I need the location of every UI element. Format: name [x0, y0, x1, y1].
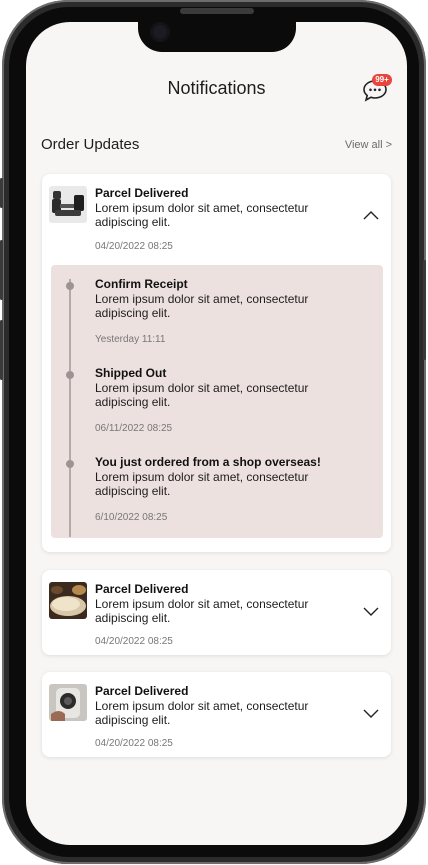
timeline-dot — [66, 371, 74, 379]
timeline-item: Confirm Receipt Lorem ipsum dolor sit am… — [51, 273, 383, 353]
timeline-timestamp: 6/10/2022 08:25 — [95, 512, 168, 523]
notification-card[interactable]: Parcel Delivered Lorem ipsum dolor sit a… — [42, 570, 391, 655]
card-timestamp: 04/20/2022 08:25 — [95, 241, 173, 252]
timeline-dot — [66, 460, 74, 468]
earpiece-speaker — [180, 8, 254, 14]
timeline-timestamp: 06/11/2022 08:25 — [95, 423, 173, 434]
timeline-item: You just ordered from a shop overseas! L… — [51, 451, 383, 531]
notification-card[interactable]: Parcel Delivered Lorem ipsum dolor sit a… — [42, 174, 391, 552]
page-title: Notifications — [167, 78, 266, 98]
timeline-title: Shipped Out — [95, 366, 167, 380]
card-title: Parcel Delivered — [95, 186, 189, 200]
timeline-title: You just ordered from a shop overseas! — [95, 455, 321, 469]
front-camera — [150, 22, 170, 42]
chevron-down-icon[interactable] — [363, 709, 379, 719]
mute-switch — [0, 178, 3, 208]
card-title: Parcel Delivered — [95, 582, 189, 596]
timeline-body: Lorem ipsum dolor sit amet, consectetur … — [95, 381, 309, 409]
card-timestamp: 04/20/2022 08:25 — [95, 636, 173, 647]
volume-up-button — [0, 240, 3, 300]
timeline-body: Lorem ipsum dolor sit amet, consectetur … — [95, 292, 309, 320]
timeline-item: Shipped Out Lorem ipsum dolor sit amet, … — [51, 362, 383, 442]
product-thumbnail-bread — [49, 582, 87, 619]
product-thumbnail-camera — [49, 684, 87, 721]
card-timestamp: 04/20/2022 08:25 — [95, 738, 173, 749]
volume-down-button — [0, 320, 3, 380]
product-thumbnail-dumbbell — [49, 186, 87, 223]
chevron-up-icon[interactable] — [363, 210, 379, 220]
card-body: Lorem ipsum dolor sit amet, consectetur … — [95, 699, 309, 727]
power-button — [423, 260, 426, 360]
card-title: Parcel Delivered — [95, 684, 189, 698]
device-notch — [138, 22, 296, 52]
card-body: Lorem ipsum dolor sit amet, consectetur … — [95, 597, 309, 625]
timeline-body: Lorem ipsum dolor sit amet, consectetur … — [95, 470, 309, 498]
chevron-down-icon[interactable] — [363, 607, 379, 617]
unread-badge: 99+ — [372, 74, 392, 86]
timeline-dot — [66, 282, 74, 290]
app-screen: Notifications 99+ Order Updates View all… — [26, 22, 407, 845]
notification-card[interactable]: Parcel Delivered Lorem ipsum dolor sit a… — [42, 672, 391, 757]
timeline-title: Confirm Receipt — [95, 277, 188, 291]
timeline-timestamp: Yesterday 11:11 — [95, 334, 166, 345]
phone-frame: Notifications 99+ Order Updates View all… — [0, 0, 426, 864]
tracking-timeline: Confirm Receipt Lorem ipsum dolor sit am… — [51, 265, 383, 538]
card-body: Lorem ipsum dolor sit amet, consectetur … — [95, 201, 309, 229]
view-all-link[interactable]: View all > — [345, 139, 392, 151]
section-title: Order Updates — [41, 136, 140, 153]
